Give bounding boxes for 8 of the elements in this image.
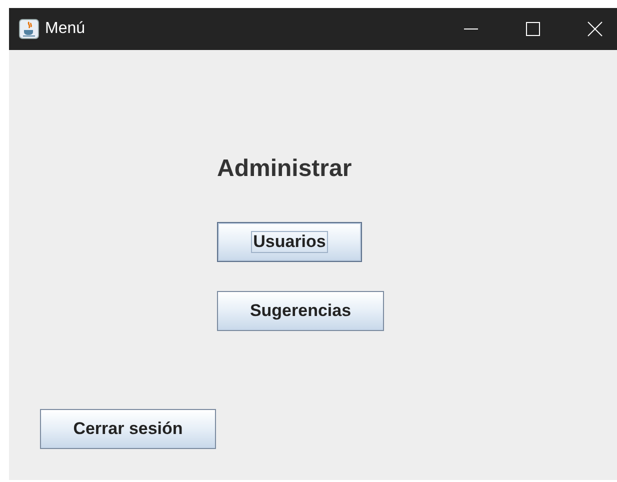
maximize-icon[interactable] xyxy=(525,21,541,37)
java-cup-icon xyxy=(19,19,39,39)
close-icon[interactable] xyxy=(587,21,603,37)
heading: Administrar xyxy=(217,154,353,184)
menu-button[interactable]: Usuarios xyxy=(217,222,362,262)
window-title: Menú xyxy=(45,19,86,39)
menu-button[interactable]: Sugerencias xyxy=(217,291,384,331)
logout-button[interactable]: Cerrar sesión xyxy=(40,409,216,449)
